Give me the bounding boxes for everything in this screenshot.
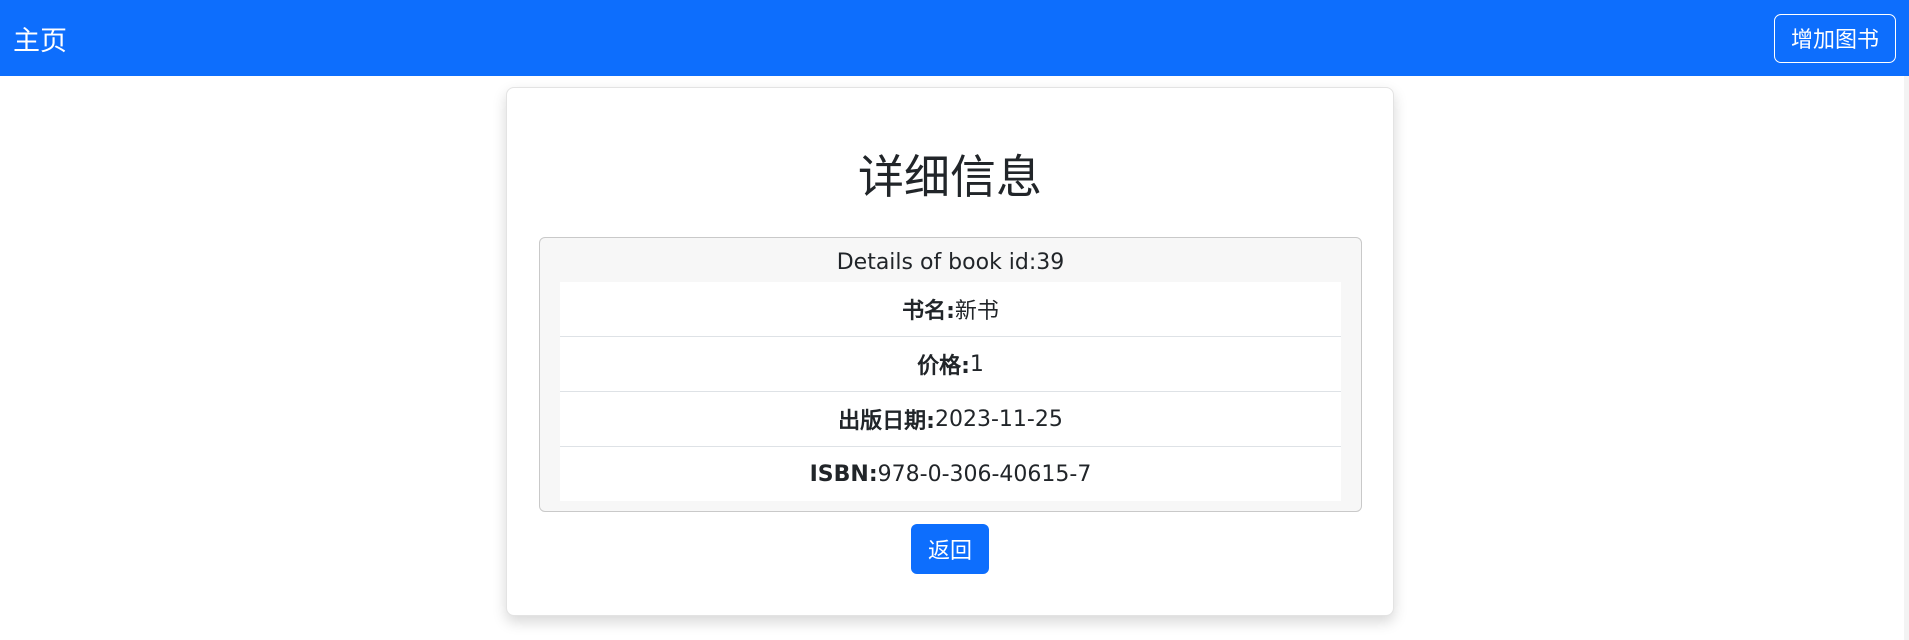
- field-label: ISBN:: [809, 461, 878, 487]
- page: 主页 增加图书 详细信息 Details of book id:39 书名: 新书…: [0, 0, 1909, 640]
- scrollbar[interactable]: [1904, 76, 1909, 640]
- add-book-button[interactable]: 增加图书: [1773, 13, 1896, 63]
- top-navbar: 主页 增加图书: [0, 0, 1909, 76]
- book-details-panel: Details of book id:39 书名: 新书 价格: 1 出版日期: 20…: [539, 237, 1362, 512]
- page-title: 详细信息: [858, 150, 1042, 204]
- field-value: 978-0-306-40615-7: [877, 461, 1092, 487]
- field-value: 2023-11-25: [934, 406, 1063, 432]
- detail-row-isbn: ISBN: 978-0-306-40615-7: [560, 447, 1341, 501]
- field-value: 1: [969, 351, 984, 377]
- detail-row-publish-date: 出版日期: 2023-11-25: [560, 392, 1341, 447]
- panel-header: Details of book id:39: [836, 250, 1065, 275]
- field-label: 出版日期:: [838, 409, 935, 434]
- detail-row-title: 书名: 新书: [560, 282, 1341, 337]
- field-value: 新书: [954, 299, 999, 324]
- details-list: 书名: 新书 价格: 1 出版日期: 2023-11-25 ISBN: 978-0-30…: [560, 282, 1341, 501]
- detail-row-price: 价格: 1: [560, 337, 1341, 392]
- home-link[interactable]: 主页: [13, 19, 67, 58]
- details-card: 详细信息 Details of book id:39 书名: 新书 价格: 1 出版…: [506, 87, 1394, 616]
- field-label: 价格:: [917, 354, 970, 379]
- field-label: 书名:: [902, 299, 955, 324]
- back-button[interactable]: 返回: [911, 524, 989, 574]
